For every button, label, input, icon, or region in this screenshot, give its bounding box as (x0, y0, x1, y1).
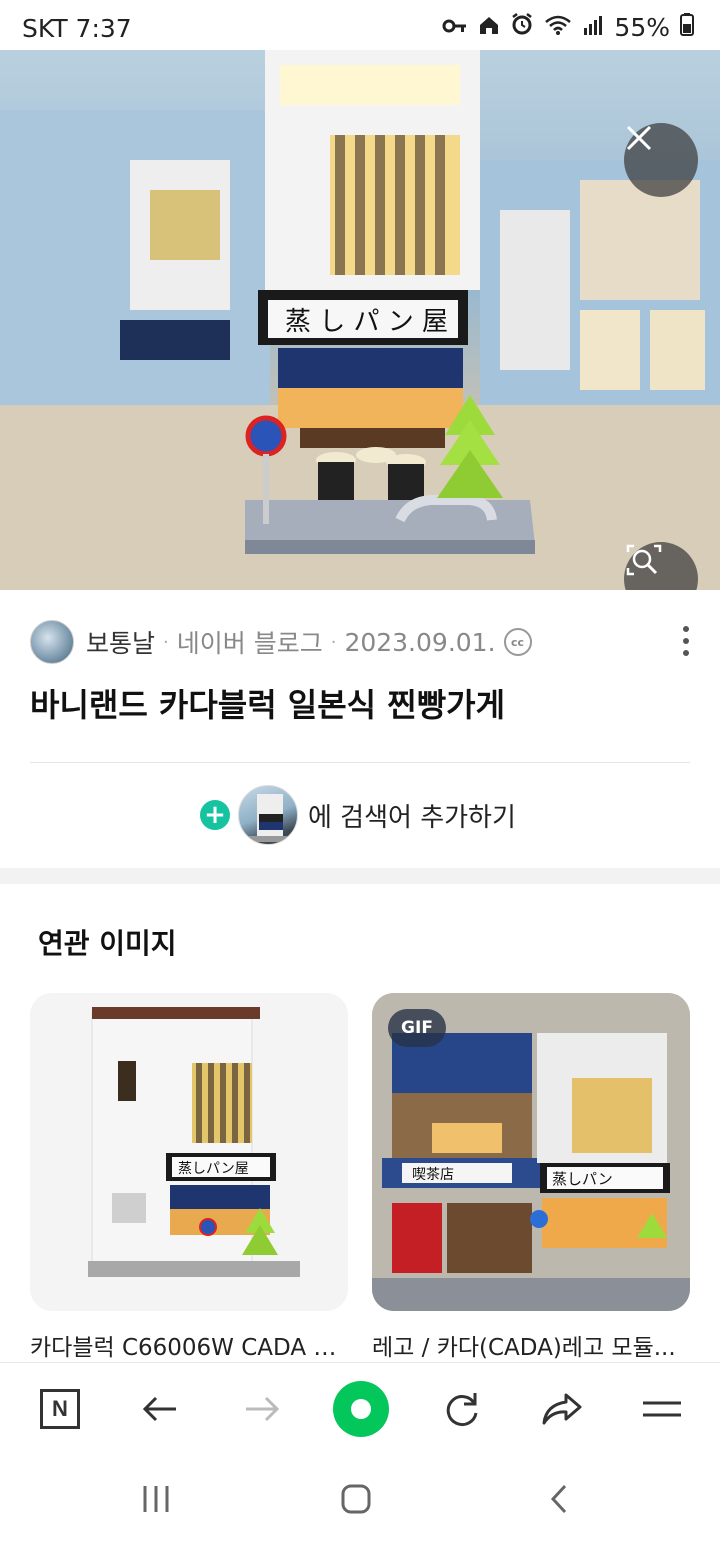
naver-home-icon: N (40, 1389, 80, 1429)
search-thumbnail (238, 785, 298, 845)
related-image-card[interactable]: 喫茶店 蒸しパン GIF (372, 993, 690, 1311)
svg-text:蒸しパン屋: 蒸しパン屋 (178, 1161, 249, 1177)
status-icons: 55% (442, 12, 694, 42)
author-name[interactable]: 보통날 (86, 624, 155, 660)
back-icon (550, 1484, 567, 1514)
share-icon (542, 1393, 582, 1425)
svg-text:蒸しパン: 蒸しパン (552, 1170, 613, 1188)
signal-icon (582, 13, 604, 42)
plus-icon: + (200, 800, 230, 830)
battery-percent: 55% (614, 12, 670, 42)
add-search-term-button[interactable]: + 에 검색어 추가하기 (200, 784, 516, 846)
separator-dot: · (330, 631, 337, 653)
separator-dot: · (163, 631, 169, 653)
carrier-time: SKT 7:37 (22, 14, 132, 43)
image-title[interactable]: 바니랜드 카다블럭 일본식 찐빵가게 (30, 680, 505, 726)
home-icon (478, 13, 500, 42)
section-separator (0, 868, 720, 884)
close-icon (626, 125, 652, 151)
related-image-card[interactable]: 蒸しパン屋 (30, 993, 348, 1311)
recents-button[interactable] (126, 1454, 186, 1544)
svg-text:蒸 し パ ン 屋: 蒸 し パ ン 屋 (285, 307, 448, 337)
share-button[interactable] (532, 1363, 592, 1455)
cc-license-icon[interactable]: cc (503, 628, 532, 656)
more-options-button[interactable] (676, 626, 696, 656)
post-date: 2023.09.01. (344, 627, 496, 657)
alarm-icon (510, 12, 534, 42)
forward-button[interactable] (232, 1363, 292, 1455)
back-button[interactable] (130, 1363, 190, 1455)
home-icon (341, 1484, 371, 1514)
green-dot-button[interactable] (330, 1363, 392, 1455)
menu-button[interactable] (632, 1363, 692, 1455)
source-row: 보통날 · 네이버 블로그 · 2023.09.01. cc (30, 618, 700, 666)
related-image-caption[interactable]: 레고 / 카다(CADA)레고 모듈... (372, 1328, 692, 1362)
image-search-icon (626, 544, 662, 576)
related-image-1: 蒸しパン屋 (88, 1007, 300, 1277)
battery-icon (680, 12, 694, 42)
author-avatar[interactable] (30, 620, 74, 664)
main-image-illustration: 蒸 し パ ン 屋 (0, 50, 720, 590)
more-vertical-icon (683, 626, 689, 632)
close-button[interactable] (624, 123, 698, 197)
refresh-button[interactable] (432, 1363, 492, 1455)
green-dot-icon (333, 1381, 389, 1437)
menu-icon (643, 1401, 681, 1417)
naver-home-button[interactable]: N (30, 1363, 90, 1455)
recents-icon (143, 1486, 169, 1512)
related-images-heading: 연관 이미지 (38, 927, 177, 960)
svg-text:喫茶店: 喫茶店 (412, 1167, 454, 1183)
system-back-button[interactable] (530, 1454, 590, 1544)
forward-arrow-icon (246, 1396, 280, 1422)
divider (30, 762, 690, 763)
gif-badge: GIF (388, 1009, 446, 1047)
add-search-label: 에 검색어 추가하기 (308, 802, 516, 833)
related-image-caption[interactable]: 카다블럭 C66006W CADA 테... (30, 1328, 350, 1362)
wifi-icon (544, 13, 572, 42)
main-image[interactable]: 蒸 し パ ン 屋 (0, 50, 720, 590)
source-platform[interactable]: 네이버 블로그 (177, 624, 323, 660)
back-arrow-icon (142, 1396, 176, 1422)
system-nav-bar (0, 1454, 720, 1544)
system-home-button[interactable] (326, 1454, 386, 1544)
refresh-icon (446, 1393, 478, 1427)
key-icon (442, 13, 468, 42)
browser-toolbar: N (0, 1362, 720, 1454)
